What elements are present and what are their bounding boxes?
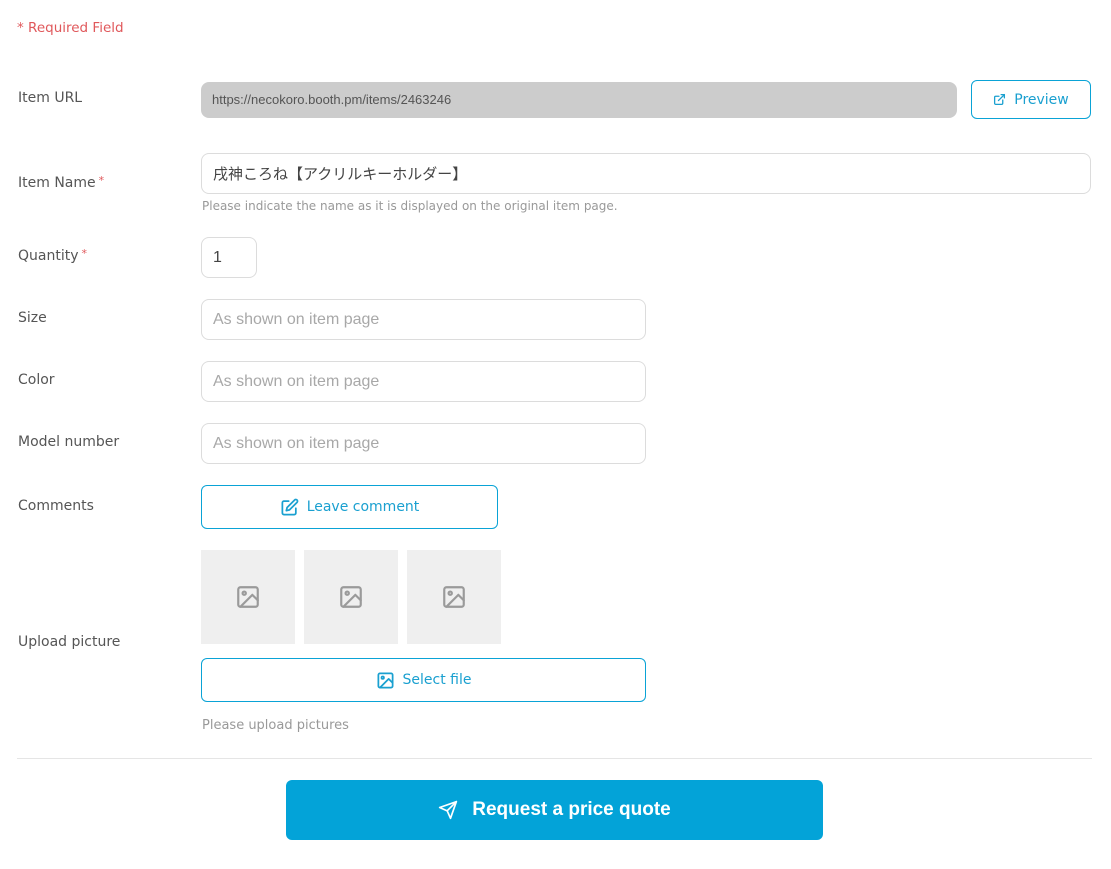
upload-picture-label-text: Upload picture — [18, 634, 121, 650]
item-name-input[interactable] — [201, 153, 1091, 194]
comments-label-text: Comments — [18, 498, 94, 514]
color-label-text: Color — [18, 372, 55, 388]
upload-hint: Please upload pictures — [202, 718, 349, 733]
quantity-input[interactable] — [201, 237, 257, 278]
request-price-quote-label: Request a price quote — [472, 799, 671, 820]
size-input[interactable] — [201, 299, 646, 340]
send-icon — [439, 800, 458, 820]
leave-comment-button[interactable]: Leave comment — [201, 485, 498, 529]
model-number-label-text: Model number — [18, 434, 120, 450]
request-price-quote-button[interactable]: Request a price quote — [286, 780, 823, 840]
required-marker: * — [98, 174, 105, 187]
color-label: Color — [18, 372, 55, 388]
external-link-icon — [994, 93, 1006, 106]
image-placeholder-icon — [340, 586, 362, 608]
upload-picture-label: Upload picture — [18, 634, 120, 650]
divider — [17, 758, 1092, 759]
quantity-label: Quantity * — [18, 247, 88, 264]
required-field-note: * Required Field — [17, 20, 124, 36]
item-name-label-text: Item Name — [18, 175, 96, 191]
model-number-input[interactable] — [201, 423, 646, 464]
picture-slot-3[interactable] — [407, 550, 501, 644]
picture-slot-1[interactable] — [201, 550, 295, 644]
image-placeholder-icon — [443, 586, 465, 608]
size-label-text: Size — [18, 310, 47, 326]
item-url-field: https://necokoro.booth.pm/items/2463246 — [201, 82, 957, 118]
picture-slot-2[interactable] — [304, 550, 398, 644]
image-placeholder-icon — [237, 586, 259, 608]
item-url-label-text: Item URL — [18, 90, 83, 106]
color-input[interactable] — [201, 361, 646, 402]
required-marker: * — [81, 247, 88, 260]
quantity-label-text: Quantity — [18, 248, 79, 264]
edit-icon — [281, 498, 299, 515]
size-label: Size — [18, 310, 47, 326]
comments-label: Comments — [18, 498, 94, 514]
image-icon — [377, 672, 394, 688]
select-file-label: Select file — [402, 672, 472, 688]
item-url-label: Item URL — [18, 90, 82, 106]
model-number-label: Model number — [18, 434, 119, 450]
select-file-button[interactable]: Select file — [201, 658, 646, 702]
item-name-hint: Please indicate the name as it is displa… — [202, 199, 618, 213]
preview-button[interactable]: Preview — [971, 80, 1091, 119]
leave-comment-label: Leave comment — [306, 499, 420, 515]
preview-button-label: Preview — [1014, 91, 1069, 108]
item-name-label: Item Name * — [18, 174, 105, 191]
